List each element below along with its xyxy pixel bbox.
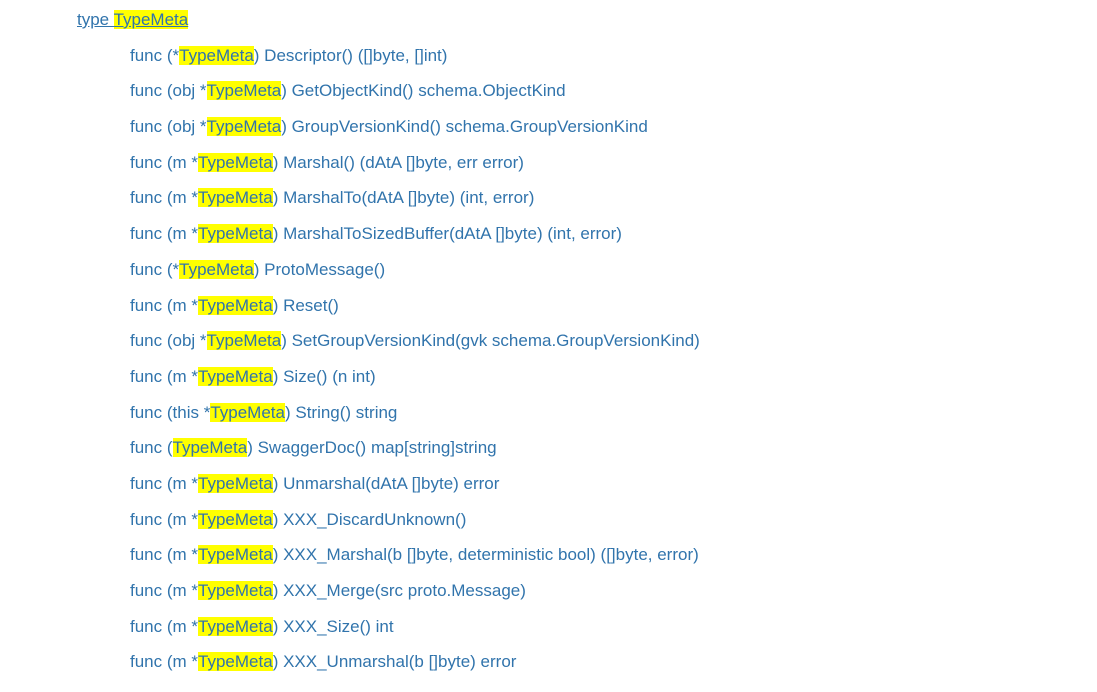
- search-highlight: TypeMeta: [179, 46, 254, 65]
- method-item: func (m *TypeMeta) XXX_DiscardUnknown(): [0, 502, 1097, 538]
- method-prefix: func (m *: [130, 652, 198, 671]
- method-item: func (m *TypeMeta) Size() (n int): [0, 359, 1097, 395]
- method-prefix: func (m *: [130, 367, 198, 386]
- search-highlight: TypeMeta: [198, 188, 273, 207]
- method-suffix: ) XXX_DiscardUnknown(): [273, 510, 467, 529]
- method-suffix: ) XXX_Size() int: [273, 617, 394, 636]
- method-prefix: func (obj *: [130, 81, 207, 100]
- type-keyword: type: [77, 10, 114, 29]
- method-prefix: func (: [130, 438, 173, 457]
- method-link[interactable]: func (m *TypeMeta) XXX_Marshal(b []byte,…: [130, 545, 699, 564]
- method-prefix: func (m *: [130, 153, 198, 172]
- method-link[interactable]: func (m *TypeMeta) MarshalTo(dAtA []byte…: [130, 188, 534, 207]
- method-link[interactable]: func (m *TypeMeta) XXX_Unmarshal(b []byt…: [130, 652, 516, 671]
- method-item: func (*TypeMeta) ProtoMessage(): [0, 252, 1097, 288]
- search-highlight: TypeMeta: [198, 474, 273, 493]
- method-link[interactable]: func (*TypeMeta) Descriptor() ([]byte, […: [130, 46, 447, 65]
- method-item: func (*TypeMeta) Descriptor() ([]byte, […: [0, 38, 1097, 74]
- method-prefix: func (this *: [130, 403, 210, 422]
- search-highlight: TypeMeta: [198, 581, 273, 600]
- type-name-highlight: TypeMeta: [114, 10, 189, 29]
- search-highlight: TypeMeta: [198, 510, 273, 529]
- method-item: func (m *TypeMeta) MarshalToSizedBuffer(…: [0, 216, 1097, 252]
- method-suffix: ) XXX_Marshal(b []byte, deterministic bo…: [273, 545, 699, 564]
- method-item: func (this *TypeMeta) String() string: [0, 395, 1097, 431]
- type-declaration: type TypeMeta: [0, 2, 1097, 38]
- method-prefix: func (m *: [130, 581, 198, 600]
- method-suffix: ) MarshalTo(dAtA []byte) (int, error): [273, 188, 535, 207]
- method-item: func (m *TypeMeta) XXX_Size() int: [0, 609, 1097, 645]
- search-highlight: TypeMeta: [198, 652, 273, 671]
- method-prefix: func (m *: [130, 545, 198, 564]
- method-link[interactable]: func (m *TypeMeta) Reset(): [130, 296, 339, 315]
- method-prefix: func (m *: [130, 296, 198, 315]
- method-prefix: func (m *: [130, 510, 198, 529]
- method-item: func (obj *TypeMeta) GetObjectKind() sch…: [0, 73, 1097, 109]
- method-prefix: func (m *: [130, 617, 198, 636]
- method-item: func (m *TypeMeta) Unmarshal(dAtA []byte…: [0, 466, 1097, 502]
- doc-index: type TypeMeta func (*TypeMeta) Descripto…: [0, 0, 1097, 692]
- type-link[interactable]: type TypeMeta: [77, 10, 188, 29]
- search-highlight: TypeMeta: [198, 153, 273, 172]
- search-highlight: TypeMeta: [198, 296, 273, 315]
- method-suffix: ) Descriptor() ([]byte, []int): [254, 46, 448, 65]
- method-item: func (m *TypeMeta) Marshal() (dAtA []byt…: [0, 145, 1097, 181]
- method-suffix: ) ProtoMessage(): [254, 260, 385, 279]
- search-highlight: TypeMeta: [173, 438, 248, 457]
- method-link[interactable]: func (obj *TypeMeta) GetObjectKind() sch…: [130, 81, 566, 100]
- method-item: func (obj *TypeMeta) GroupVersionKind() …: [0, 109, 1097, 145]
- method-suffix: ) SwaggerDoc() map[string]string: [247, 438, 496, 457]
- method-suffix: ) GroupVersionKind() schema.GroupVersion…: [281, 117, 648, 136]
- method-suffix: ) Unmarshal(dAtA []byte) error: [273, 474, 500, 493]
- method-prefix: func (m *: [130, 188, 198, 207]
- method-link[interactable]: func (*TypeMeta) ProtoMessage(): [130, 260, 385, 279]
- method-suffix: ) Reset(): [273, 296, 339, 315]
- method-item: func (TypeMeta) SwaggerDoc() map[string]…: [0, 430, 1097, 466]
- search-highlight: TypeMeta: [198, 545, 273, 564]
- method-link[interactable]: func (m *TypeMeta) XXX_Size() int: [130, 617, 394, 636]
- method-link[interactable]: func (m *TypeMeta) XXX_Merge(src proto.M…: [130, 581, 526, 600]
- method-link[interactable]: func (obj *TypeMeta) SetGroupVersionKind…: [130, 331, 700, 350]
- method-item: func (obj *TypeMeta) SetGroupVersionKind…: [0, 323, 1097, 359]
- search-highlight: TypeMeta: [198, 367, 273, 386]
- method-link[interactable]: func (m *TypeMeta) XXX_DiscardUnknown(): [130, 510, 466, 529]
- method-suffix: ) Size() (n int): [273, 367, 376, 386]
- method-item: func (m *TypeMeta) XXX_Unmarshal(b []byt…: [0, 644, 1097, 680]
- method-item: func (m *TypeMeta) XXX_Merge(src proto.M…: [0, 573, 1097, 609]
- method-link[interactable]: func (m *TypeMeta) Marshal() (dAtA []byt…: [130, 153, 524, 172]
- method-link[interactable]: func (m *TypeMeta) Unmarshal(dAtA []byte…: [130, 474, 499, 493]
- method-prefix: func (m *: [130, 224, 198, 243]
- method-item: func (m *TypeMeta) Reset(): [0, 288, 1097, 324]
- method-suffix: ) XXX_Unmarshal(b []byte) error: [273, 652, 517, 671]
- method-link[interactable]: func (m *TypeMeta) MarshalToSizedBuffer(…: [130, 224, 622, 243]
- search-highlight: TypeMeta: [198, 224, 273, 243]
- method-item: func (m *TypeMeta) MarshalTo(dAtA []byte…: [0, 180, 1097, 216]
- method-suffix: ) GetObjectKind() schema.ObjectKind: [281, 81, 565, 100]
- method-prefix: func (m *: [130, 474, 198, 493]
- method-prefix: func (obj *: [130, 331, 207, 350]
- search-highlight: TypeMeta: [198, 617, 273, 636]
- method-prefix: func (*: [130, 260, 179, 279]
- method-link[interactable]: func (TypeMeta) SwaggerDoc() map[string]…: [130, 438, 497, 457]
- method-item: func (m *TypeMeta) XXX_Marshal(b []byte,…: [0, 537, 1097, 573]
- method-link[interactable]: func (m *TypeMeta) Size() (n int): [130, 367, 376, 386]
- search-highlight: TypeMeta: [179, 260, 254, 279]
- search-highlight: TypeMeta: [207, 331, 282, 350]
- method-suffix: ) SetGroupVersionKind(gvk schema.GroupVe…: [281, 331, 700, 350]
- search-highlight: TypeMeta: [207, 117, 282, 136]
- method-list: func (*TypeMeta) Descriptor() ([]byte, […: [0, 38, 1097, 680]
- method-suffix: ) MarshalToSizedBuffer(dAtA []byte) (int…: [273, 224, 622, 243]
- method-suffix: ) XXX_Merge(src proto.Message): [273, 581, 526, 600]
- method-suffix: ) Marshal() (dAtA []byte, err error): [273, 153, 524, 172]
- search-highlight: TypeMeta: [210, 403, 285, 422]
- search-highlight: TypeMeta: [207, 81, 282, 100]
- method-link[interactable]: func (obj *TypeMeta) GroupVersionKind() …: [130, 117, 648, 136]
- method-link[interactable]: func (this *TypeMeta) String() string: [130, 403, 397, 422]
- method-suffix: ) String() string: [285, 403, 397, 422]
- method-prefix: func (obj *: [130, 117, 207, 136]
- method-prefix: func (*: [130, 46, 179, 65]
